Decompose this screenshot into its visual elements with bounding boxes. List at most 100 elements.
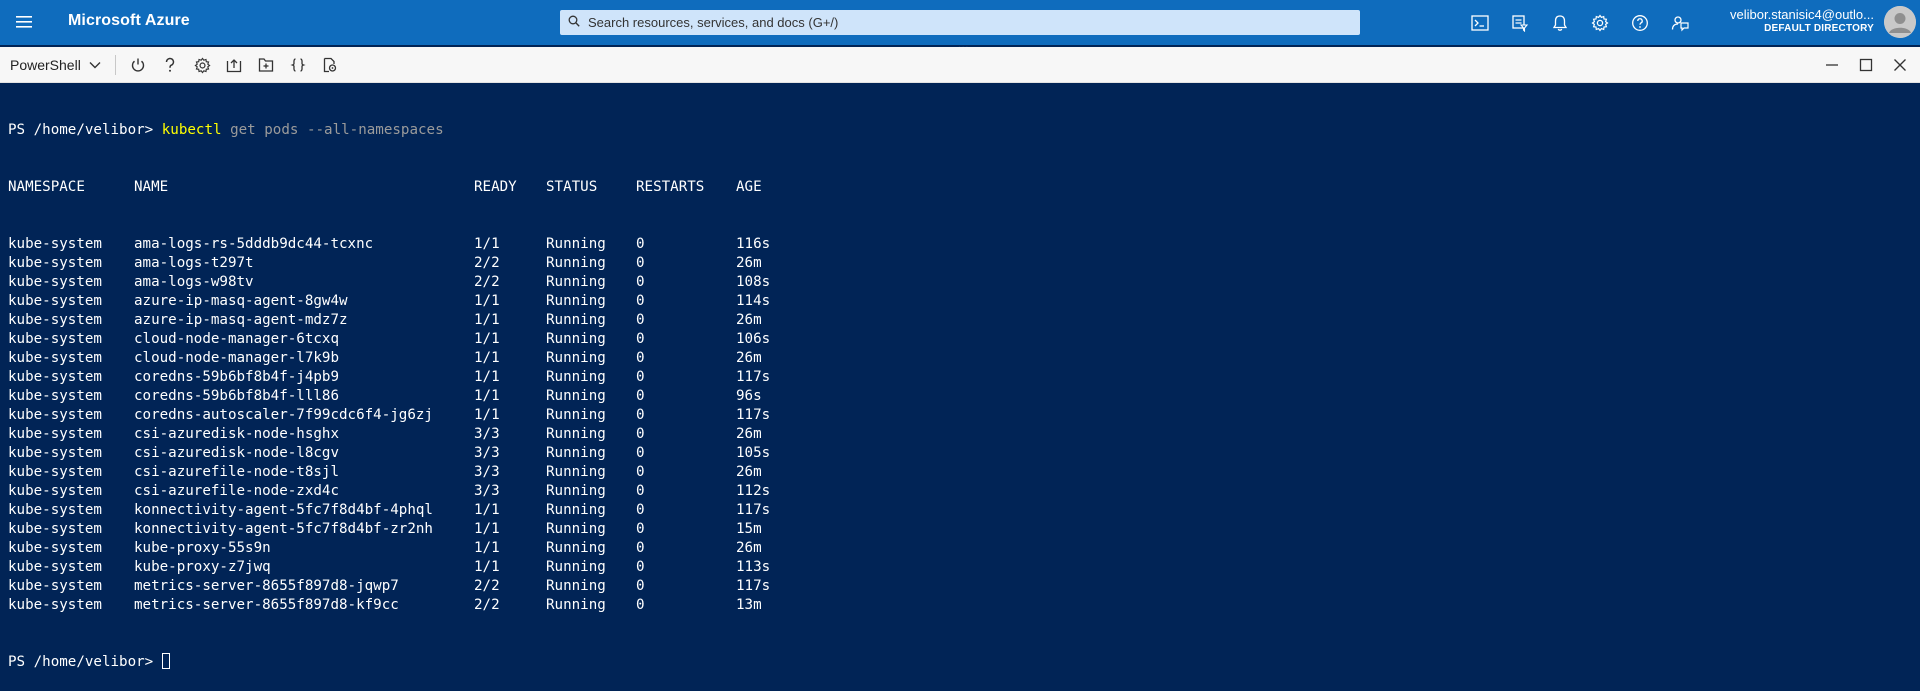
cloud-shell-icon[interactable] (1468, 11, 1492, 35)
cell-restarts: 0 (636, 255, 645, 271)
header-name: NAME (134, 179, 169, 195)
cell-name: cloud-node-manager-6tcxq (134, 331, 339, 347)
feedback-icon[interactable] (1668, 11, 1692, 35)
cell-status: Running (546, 312, 606, 328)
cell-restarts: 0 (636, 578, 645, 594)
cell-status: Running (546, 350, 606, 366)
table-row: kube-system kube-proxy-z7jwq 1/1 Running 0 11… (8, 558, 1912, 577)
table-row: kube-system azure-ip-masq-agent-mdz7z 1/1 R… (8, 311, 1912, 330)
cell-age: 108s (736, 274, 771, 290)
close-icon[interactable] (1890, 55, 1910, 75)
shell-toolbar-icons (128, 55, 352, 75)
table-row: kube-system ama-logs-rs-5dddb9dc44-tcxnc 1… (8, 235, 1912, 254)
cell-name: konnectivity-agent-5fc7f8d4bf-zr2nh (134, 521, 433, 537)
cell-restarts: 0 (636, 521, 645, 537)
table-row: kube-system coredns-59b6bf8b4f-j4pb9 1/1 Ru… (8, 368, 1912, 387)
cell-name: ama-logs-t297t (134, 255, 254, 271)
table-row: kube-system ama-logs-t297t 2/2 Running 0 26m (8, 254, 1912, 273)
cell-age: 117s (736, 369, 771, 385)
cell-status: Running (546, 559, 606, 575)
cell-ready: 3/3 (474, 445, 500, 461)
table-row: kube-system kube-proxy-55s9n 1/1 Running 0 26… (8, 539, 1912, 558)
search-input[interactable]: Search resources, services, and docs (G+… (588, 15, 838, 30)
cell-name: azure-ip-masq-agent-mdz7z (134, 312, 348, 328)
table-row: kube-system csi-azurefile-node-zxd4c 3/3 Ru… (8, 482, 1912, 501)
portal-menu-icon[interactable] (12, 10, 36, 34)
cell-namespace: kube-system (8, 578, 102, 594)
web-preview-icon[interactable] (320, 55, 340, 75)
settings-icon[interactable] (1588, 11, 1612, 35)
search-icon (568, 14, 580, 32)
cell-namespace: kube-system (8, 331, 102, 347)
terminal-output[interactable]: PS /home/velibor> kubectl get pods --all… (0, 83, 1920, 670)
table-row: kube-system cloud-node-manager-6tcxq 1/1 Ru… (8, 330, 1912, 349)
cell-namespace: kube-system (8, 445, 102, 461)
cell-status: Running (546, 597, 606, 613)
cell-ready: 2/2 (474, 578, 500, 594)
cell-namespace: kube-system (8, 293, 102, 309)
cell-name: metrics-server-8655f897d8-kf9cc (134, 597, 399, 613)
cell-restarts: 0 (636, 331, 645, 347)
cell-name: csi-azuredisk-node-hsghx (134, 426, 339, 442)
cell-namespace: kube-system (8, 483, 102, 499)
open-new-session-icon[interactable] (256, 55, 276, 75)
avatar[interactable] (1884, 6, 1916, 38)
window-controls (1808, 55, 1910, 75)
settings-icon[interactable] (192, 55, 212, 75)
chevron-down-icon (89, 62, 101, 69)
cell-ready: 1/1 (474, 331, 500, 347)
command-args: get pods --all-namespaces (221, 122, 444, 138)
upload-download-icon[interactable] (224, 55, 244, 75)
account-info[interactable]: velibor.stanisic4@outlo... DEFAULT DIREC… (1730, 8, 1874, 36)
maximize-icon[interactable] (1856, 55, 1876, 75)
cell-status: Running (546, 331, 606, 347)
brand-title[interactable]: Microsoft Azure (68, 12, 190, 30)
power-icon[interactable] (128, 55, 148, 75)
final-prompt-line: PS /home/velibor> (8, 653, 1912, 672)
table-row: kube-system coredns-59b6bf8b4f-lll86 1/1 Ru… (8, 387, 1912, 406)
cell-name: cloud-node-manager-l7k9b (134, 350, 339, 366)
help-icon[interactable] (160, 55, 180, 75)
minimize-icon[interactable] (1822, 55, 1842, 75)
cell-ready: 3/3 (474, 426, 500, 442)
cell-namespace: kube-system (8, 540, 102, 556)
cell-name: coredns-59b6bf8b4f-lll86 (134, 388, 339, 404)
cell-status: Running (546, 255, 606, 271)
prompt: PS /home/velibor> (8, 122, 154, 138)
cell-age: 117s (736, 502, 771, 518)
cell-namespace: kube-system (8, 274, 102, 290)
cell-name: csi-azurefile-node-zxd4c (134, 483, 339, 499)
cell-restarts: 0 (636, 236, 645, 252)
global-search-box[interactable]: Search resources, services, and docs (G+… (560, 10, 1360, 35)
top-icons-group (1468, 11, 1708, 35)
header-namespace: NAMESPACE (8, 179, 85, 195)
cell-age: 15m (736, 521, 762, 537)
cell-ready: 1/1 (474, 407, 500, 423)
header-restarts: RESTARTS (636, 179, 705, 195)
help-icon[interactable] (1628, 11, 1652, 35)
cell-age: 117s (736, 578, 771, 594)
editor-icon[interactable] (288, 55, 308, 75)
cell-restarts: 0 (636, 483, 645, 499)
notifications-icon[interactable] (1548, 11, 1572, 35)
cell-status: Running (546, 407, 606, 423)
command-name: kubectl (161, 122, 222, 138)
directory-filter-icon[interactable] (1508, 11, 1532, 35)
cell-namespace: kube-system (8, 464, 102, 480)
cell-namespace: kube-system (8, 236, 102, 252)
shell-type-select[interactable]: PowerShell (10, 56, 101, 74)
cell-namespace: kube-system (8, 350, 102, 366)
cell-restarts: 0 (636, 559, 645, 575)
cell-name: ama-logs-rs-5dddb9dc44-tcxnc (134, 236, 374, 252)
cell-age: 26m (736, 255, 762, 271)
cell-ready: 2/2 (474, 255, 500, 271)
cell-namespace: kube-system (8, 255, 102, 271)
cell-age: 114s (736, 293, 771, 309)
cell-name: coredns-autoscaler-7f99cdc6f4-jg6zj (134, 407, 433, 423)
cell-namespace: kube-system (8, 502, 102, 518)
cell-name: kube-proxy-55s9n (134, 540, 271, 556)
cloud-shell-toolbar: PowerShell (0, 47, 1920, 83)
cell-namespace: kube-system (8, 521, 102, 537)
cell-age: 26m (736, 540, 762, 556)
cell-restarts: 0 (636, 350, 645, 366)
